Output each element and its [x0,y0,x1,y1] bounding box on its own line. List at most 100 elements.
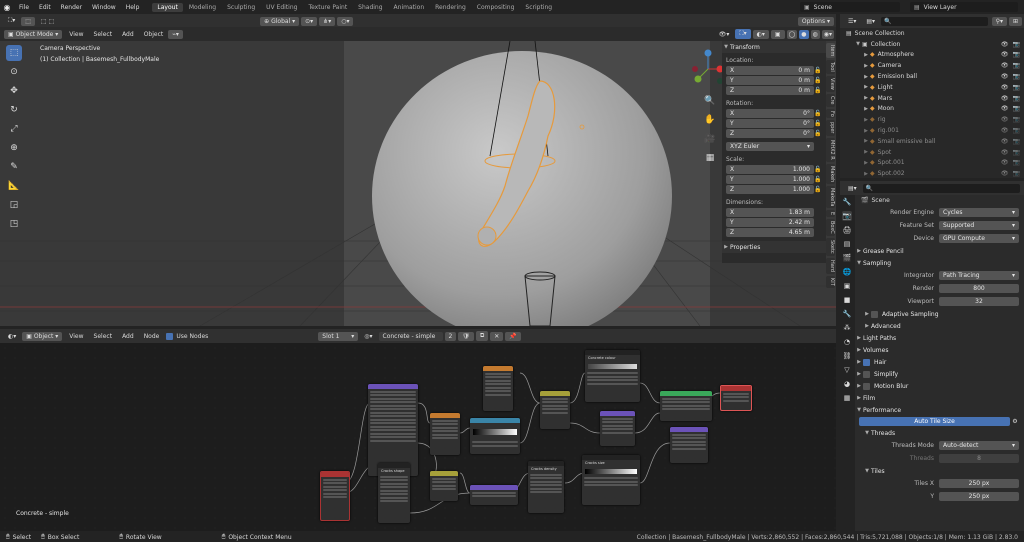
menu-file[interactable]: File [14,4,34,11]
material-output-node[interactable] [720,385,752,411]
tab-layout[interactable]: Layout [152,2,183,12]
displacement-node[interactable] [670,427,708,463]
n-tab-sketc[interactable]: Sketc [826,238,835,256]
sampling-section[interactable]: ▼ Sampling [855,257,1024,269]
tab-texture-paint[interactable]: Texture Paint [303,3,352,12]
tab-animation[interactable]: Animation [389,3,430,12]
render-camera-icon[interactable]: 📷 [1013,62,1020,69]
view-layer-selector[interactable]: ▤ View Layer [910,2,1018,12]
render-engine-dropdown[interactable]: Cycles ▾ [939,208,1019,217]
slot-dropdown[interactable]: Slot 1 ▾ [318,331,359,341]
n-tab-fo[interactable]: Fo [826,108,835,119]
light-paths-section[interactable]: ▶ Light Paths [855,332,1024,344]
principled-bsdf-node[interactable] [660,391,712,421]
visibility-eye-icon[interactable]: 👁 [1001,84,1009,91]
scene-selector[interactable]: ▣ Scene [800,2,900,12]
viewport-menu-add[interactable]: Add [117,31,139,38]
outliner-item[interactable]: ▶ ◆ rig 👁 📷 [840,114,1024,125]
options-dropdown[interactable]: Options ▾ [797,16,834,26]
rotation-mode-dropdown[interactable]: XYZ Euler ▾ [726,142,814,151]
transform-tool-icon[interactable]: ⊕ [6,140,22,156]
lock-icon[interactable]: 🔓 [814,130,822,137]
visibility-icon[interactable]: 👁▾ [715,30,734,39]
node-menu-select[interactable]: Select [89,333,118,340]
collapse-triangle-icon[interactable]: ▶ [862,149,870,155]
outliner-type-icon[interactable]: ☰▾ [844,17,860,26]
extra-tool-icon[interactable]: ◳ [6,216,22,232]
node-editor-canvas[interactable]: Cracks shape Cracks density Concrete col… [0,343,836,531]
render-camera-icon[interactable]: 📷 [1013,138,1020,145]
shading-wireframe-icon[interactable]: ◯ [786,29,798,39]
cursor-tool-icon[interactable]: ⊙ [6,64,22,80]
select-box-tool-icon[interactable]: ⬚ [6,45,22,61]
outliner-item[interactable]: ▼ ▣ Collection 👁 📷 [840,39,1024,50]
add-cube-tool-icon[interactable]: ◲ [6,197,22,213]
menu-help[interactable]: Help [121,4,145,11]
shading-solid-icon[interactable]: ● [799,29,809,39]
object-mode-dropdown[interactable]: ▣ Object Mode ▾ [4,29,63,39]
collection-tab-icon[interactable]: ▣ [842,281,852,291]
link-dropdown[interactable]: ⌁▾ [168,29,183,39]
transform-section-header[interactable]: ▼ Transform [722,41,826,53]
collapse-triangle-icon[interactable]: ▶ [862,171,870,177]
new-collection-icon[interactable]: ⊞ [1008,16,1022,26]
dimensions-y-field[interactable]: Y 2.42 m [726,218,814,227]
visibility-eye-icon[interactable]: 👁 [1001,116,1009,123]
checkbox-checked-icon[interactable] [863,358,870,366]
checkbox-unchecked-icon[interactable] [863,382,870,390]
n-tab-maketa[interactable]: MakeTa [826,185,835,209]
location-y-field[interactable]: Y0 m [726,76,814,85]
tab-modeling[interactable]: Modeling [184,3,221,12]
outliner-item[interactable]: ▶ ◆ Spot 👁 📷 [840,147,1024,158]
grease-pencil-section[interactable]: ▶ Grease Pencil [855,245,1024,257]
object-tab-icon[interactable]: ■ [842,295,852,305]
expand-triangle-icon[interactable]: ▼ [854,41,862,47]
concrete-colour-node[interactable]: Concrete colour [585,350,640,402]
overlay-toggle[interactable]: ◐▾ [752,29,769,39]
fake-user-icon[interactable]: 🛡 [458,331,474,341]
cracks-size-node[interactable]: Cracks size [582,455,640,505]
world-tab-icon[interactable]: 🌐 [842,267,852,277]
render-camera-icon[interactable]: 📷 [1013,84,1020,91]
lock-icon[interactable]: 🔓 [814,110,822,117]
motion-blur-section[interactable]: ▶ Motion Blur [855,380,1024,392]
collapse-triangle-icon[interactable]: ▶ [862,138,870,144]
performance-section[interactable]: ▼ Performance [855,404,1024,416]
visibility-eye-icon[interactable]: 👁 [1001,62,1009,69]
node-menu-node[interactable]: Node [139,333,165,340]
mix-rgb-node[interactable] [540,391,570,429]
render-camera-icon[interactable]: 📷 [1013,41,1020,48]
zoom-icon[interactable]: 🔍 [702,93,718,109]
outliner-item[interactable]: ▶ ◆ Spot.002 👁 📷 [840,168,1024,178]
cracks-shape-node[interactable]: Cracks shape [378,463,410,523]
volumes-section[interactable]: ▶ Volumes [855,344,1024,356]
n-tab-boxc[interactable]: BoxC [826,219,835,237]
transform-orientation-dropdown[interactable]: ⊕ Global ▾ [260,16,300,26]
outliner-item[interactable]: ▶ ◆ Moon 👁 📷 [840,104,1024,115]
scale-tool-icon[interactable]: ⤢ [6,121,22,137]
collapse-triangle-icon[interactable]: ▶ [862,63,870,69]
tool-settings-button[interactable]: ⬚ ⬚ [37,17,58,26]
blender-logo-icon[interactable]: ◉ [0,0,14,14]
outliner-item[interactable]: ▶ ◆ Camera 👁 📷 [840,60,1024,71]
node-menu-add[interactable]: Add [117,333,139,340]
noise-texture-node[interactable] [430,413,460,455]
collapse-triangle-icon[interactable]: ▶ [862,52,870,58]
n-tab-tool[interactable]: Tool [826,60,835,75]
viewport-menu-select[interactable]: Select [89,31,118,38]
rotate-tool-icon[interactable]: ↻ [6,102,22,118]
material-name-field[interactable]: Concrete - simple [378,331,443,341]
outliner-item[interactable]: ▶ ◆ Light 👁 📷 [840,82,1024,93]
auto-tile-size-button[interactable]: Auto Tile Size [859,417,1010,426]
dimensions-z-field[interactable]: Z 4.65 m [726,228,814,237]
material-browse-icon[interactable]: ◎▾ [360,332,376,341]
render-tab-icon[interactable]: 📷 [842,211,852,221]
material-users-count[interactable]: 2 [444,331,457,341]
simplify-section[interactable]: ▶ Simplify [855,368,1024,380]
menu-render[interactable]: Render [56,4,87,11]
outliner-item[interactable]: ▶ ◆ Mars 👁 📷 [840,93,1024,104]
outliner-item[interactable]: ▶ ◆ rig.001 👁 📷 [840,125,1024,136]
view-layer-tab-icon[interactable]: ▤ [842,239,852,249]
pivot-point-button[interactable]: ⊙▾ [301,16,318,26]
properties-section-header[interactable]: ▶ Properties [722,241,826,253]
